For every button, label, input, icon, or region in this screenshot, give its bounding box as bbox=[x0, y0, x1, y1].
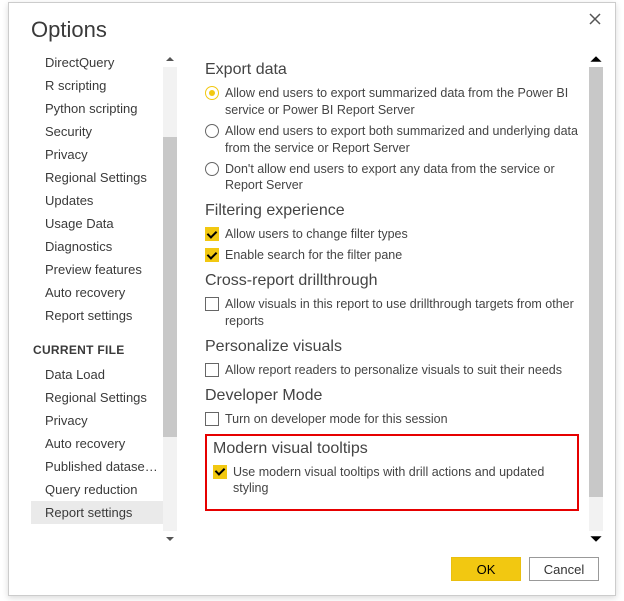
chevron-down-icon bbox=[589, 532, 603, 546]
export-option-summarized[interactable]: Allow end users to export summarized dat… bbox=[205, 85, 579, 119]
options-dialog: Options DirectQuery R scripting Python s… bbox=[8, 2, 616, 596]
nav-item-query-reduction[interactable]: Query reduction bbox=[31, 478, 163, 501]
nav-item-security[interactable]: Security bbox=[31, 120, 163, 143]
section-crossreport: Cross-report drillthrough bbox=[205, 272, 579, 290]
section-personalize: Personalize visuals bbox=[205, 338, 579, 356]
nav-item-report-settings-file[interactable]: Report settings bbox=[31, 501, 163, 524]
chevron-down-icon bbox=[165, 534, 175, 544]
nav-item-auto-recovery[interactable]: Auto recovery bbox=[31, 281, 163, 304]
option-label: Allow visuals in this report to use dril… bbox=[225, 296, 579, 330]
option-label: Enable search for the filter pane bbox=[225, 247, 402, 264]
nav-item-directquery[interactable]: DirectQuery bbox=[31, 51, 163, 74]
radio-icon bbox=[205, 162, 219, 176]
section-export-data: Export data bbox=[205, 61, 579, 79]
dialog-title: Options bbox=[9, 3, 615, 51]
option-label: Turn on developer mode for this session bbox=[225, 411, 448, 428]
content-scrollbar-track[interactable] bbox=[589, 67, 603, 531]
export-option-none[interactable]: Don't allow end users to export any data… bbox=[205, 161, 579, 195]
chevron-up-icon bbox=[589, 52, 603, 66]
option-label: Allow end users to export both summarize… bbox=[225, 123, 579, 157]
nav-item-python-scripting[interactable]: Python scripting bbox=[31, 97, 163, 120]
radio-icon bbox=[205, 86, 219, 100]
cancel-button[interactable]: Cancel bbox=[529, 557, 599, 581]
nav-scrollbar-thumb[interactable] bbox=[163, 137, 177, 437]
content-scroll-down[interactable] bbox=[589, 531, 603, 547]
option-label: Don't allow end users to export any data… bbox=[225, 161, 579, 195]
checkbox-icon bbox=[205, 297, 219, 311]
nav-pane: DirectQuery R scripting Python scripting… bbox=[31, 51, 177, 547]
filter-enable-search[interactable]: Enable search for the filter pane bbox=[205, 247, 579, 264]
nav-item-privacy[interactable]: Privacy bbox=[31, 143, 163, 166]
devmode-enable[interactable]: Turn on developer mode for this session bbox=[205, 411, 579, 428]
content-scroll-up[interactable] bbox=[589, 51, 603, 67]
highlight-modern-tooltips: Modern visual tooltips Use modern visual… bbox=[205, 434, 579, 512]
content-pane: Export data Allow end users to export su… bbox=[191, 51, 603, 547]
dialog-footer: OK Cancel bbox=[9, 547, 615, 595]
option-label: Allow end users to export summarized dat… bbox=[225, 85, 579, 119]
option-label: Allow users to change filter types bbox=[225, 226, 408, 243]
export-option-both[interactable]: Allow end users to export both summarize… bbox=[205, 123, 579, 157]
nav-item-preview-features[interactable]: Preview features bbox=[31, 258, 163, 281]
option-label: Use modern visual tooltips with drill ac… bbox=[233, 464, 571, 498]
close-button[interactable] bbox=[583, 7, 607, 31]
nav-group-current-file: CURRENT FILE bbox=[33, 343, 163, 357]
checkbox-icon bbox=[205, 227, 219, 241]
nav-scrollbar-track[interactable] bbox=[163, 67, 177, 531]
checkbox-icon bbox=[205, 248, 219, 262]
personalize-allow[interactable]: Allow report readers to personalize visu… bbox=[205, 362, 579, 379]
nav-item-report-settings-global[interactable]: Report settings bbox=[31, 304, 163, 327]
nav-item-diagnostics[interactable]: Diagnostics bbox=[31, 235, 163, 258]
nav-item-published-dataset[interactable]: Published dataset set... bbox=[31, 455, 163, 478]
nav-item-usage-data[interactable]: Usage Data bbox=[31, 212, 163, 235]
content-scrollbar-thumb[interactable] bbox=[589, 67, 603, 497]
filter-change-types[interactable]: Allow users to change filter types bbox=[205, 226, 579, 243]
checkbox-icon bbox=[205, 363, 219, 377]
section-modern-tooltips: Modern visual tooltips bbox=[213, 440, 571, 458]
nav-item-data-load[interactable]: Data Load bbox=[31, 363, 163, 386]
crossreport-allow[interactable]: Allow visuals in this report to use dril… bbox=[205, 296, 579, 330]
nav-item-r-scripting[interactable]: R scripting bbox=[31, 74, 163, 97]
checkbox-icon bbox=[205, 412, 219, 426]
close-icon bbox=[589, 13, 601, 25]
nav-scroll-up[interactable] bbox=[163, 51, 177, 67]
nav-item-privacy-file[interactable]: Privacy bbox=[31, 409, 163, 432]
section-filtering: Filtering experience bbox=[205, 202, 579, 220]
nav-item-regional-settings[interactable]: Regional Settings bbox=[31, 166, 163, 189]
section-devmode: Developer Mode bbox=[205, 387, 579, 405]
radio-icon bbox=[205, 124, 219, 138]
ok-button[interactable]: OK bbox=[451, 557, 521, 581]
modern-tooltips-enable[interactable]: Use modern visual tooltips with drill ac… bbox=[213, 464, 571, 498]
nav-item-regional-settings-file[interactable]: Regional Settings bbox=[31, 386, 163, 409]
nav-item-auto-recovery-file[interactable]: Auto recovery bbox=[31, 432, 163, 455]
option-label: Allow report readers to personalize visu… bbox=[225, 362, 562, 379]
nav-item-updates[interactable]: Updates bbox=[31, 189, 163, 212]
nav-scroll-down[interactable] bbox=[163, 531, 177, 547]
chevron-up-icon bbox=[165, 54, 175, 64]
checkbox-icon bbox=[213, 465, 227, 479]
